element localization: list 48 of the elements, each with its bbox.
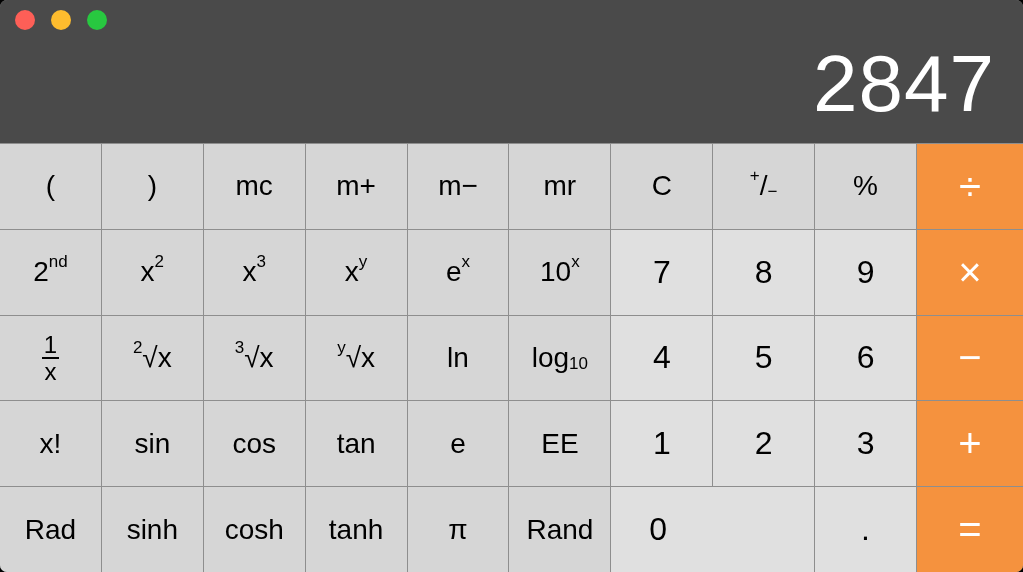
digit-key[interactable]: 0	[611, 487, 815, 572]
function-key[interactable]: Rad	[0, 487, 101, 572]
digit-key[interactable]: 8	[713, 229, 815, 315]
function-key[interactable]: $^{2}$√x	[101, 315, 203, 401]
close-button[interactable]	[15, 10, 35, 30]
digit-key[interactable]: .	[815, 487, 916, 572]
function-key[interactable]: 1 x	[0, 315, 101, 401]
function-key[interactable]: $^{3}$√x	[203, 315, 305, 401]
function-key[interactable]: mc	[203, 144, 305, 229]
function-key[interactable]: ln	[407, 315, 509, 401]
function-key[interactable]: sinh	[101, 487, 203, 572]
display-value: 2847	[813, 38, 996, 124]
digit-key[interactable]: 6	[815, 315, 916, 401]
function-key[interactable]: EE	[509, 401, 611, 487]
function-key[interactable]: log$_{10}$	[509, 315, 611, 401]
digit-key[interactable]: 7	[611, 229, 713, 315]
digit-key[interactable]: 5	[713, 315, 815, 401]
function-key[interactable]: %	[815, 144, 916, 229]
function-key[interactable]: x$^{2}$	[101, 229, 203, 315]
minimize-button[interactable]	[51, 10, 71, 30]
function-key[interactable]: e$^{x}$	[407, 229, 509, 315]
digit-key[interactable]: 2	[713, 401, 815, 487]
function-key[interactable]: x$^{3}$	[203, 229, 305, 315]
digit-key[interactable]: 9	[815, 229, 916, 315]
function-key[interactable]: Rand	[509, 487, 611, 572]
function-key[interactable]: 10$^{x}$	[509, 229, 611, 315]
function-key[interactable]: tanh	[305, 487, 407, 572]
function-key[interactable]: e	[407, 401, 509, 487]
zoom-button[interactable]	[87, 10, 107, 30]
function-key[interactable]: 2$^{nd}$	[0, 229, 101, 315]
function-key[interactable]: π	[407, 487, 509, 572]
digit-key[interactable]: 1	[611, 401, 713, 487]
function-key[interactable]: mr	[509, 144, 611, 229]
digit-key[interactable]: 3	[815, 401, 916, 487]
function-key[interactable]: sin	[101, 401, 203, 487]
function-key[interactable]: C	[611, 144, 713, 229]
function-key[interactable]: $^{+}$/$_{−}$	[713, 144, 815, 229]
function-key[interactable]: m+	[305, 144, 407, 229]
digit-key[interactable]: 4	[611, 315, 713, 401]
function-key[interactable]: (	[0, 144, 101, 229]
function-key[interactable]: )	[101, 144, 203, 229]
function-key[interactable]: $^{y}$√x	[305, 315, 407, 401]
function-key[interactable]: m−	[407, 144, 509, 229]
function-key[interactable]: x$^{y}$	[305, 229, 407, 315]
function-key[interactable]: tan	[305, 401, 407, 487]
function-key[interactable]: cos	[203, 401, 305, 487]
function-key[interactable]: x!	[0, 401, 101, 487]
function-key[interactable]: cosh	[203, 487, 305, 572]
